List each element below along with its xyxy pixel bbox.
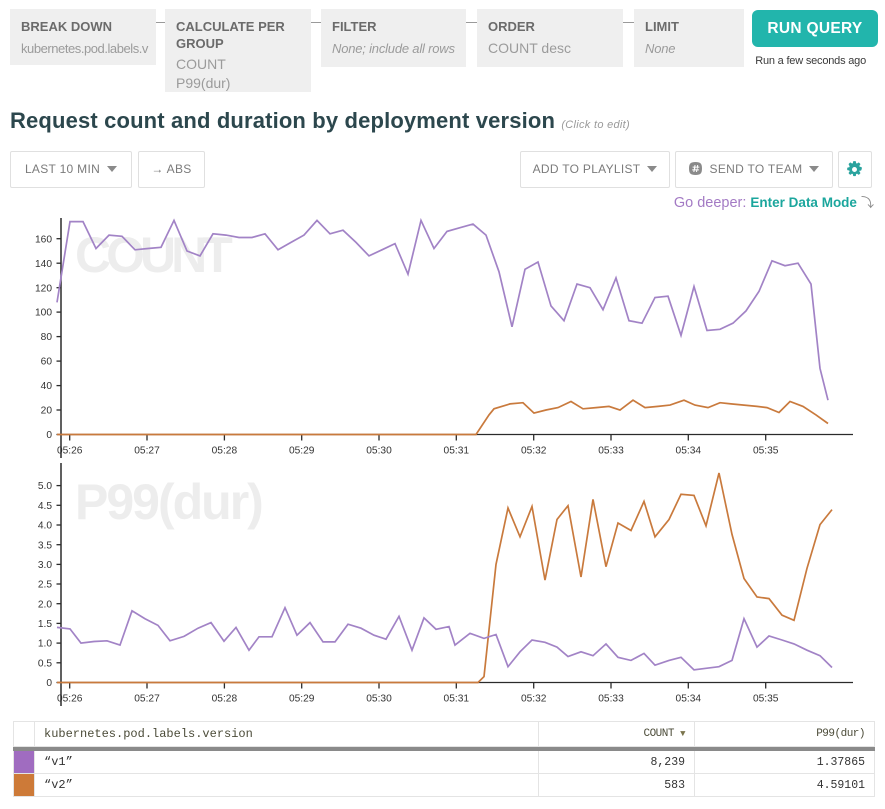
svg-text:05:31: 05:31 [444, 694, 470, 705]
svg-text:05:34: 05:34 [676, 694, 702, 705]
svg-text:0.5: 0.5 [38, 658, 52, 669]
svg-text:05:34: 05:34 [676, 446, 702, 457]
svg-text:COUNT: COUNT [75, 227, 232, 283]
svg-text:20: 20 [41, 406, 53, 417]
svg-text:60: 60 [41, 357, 53, 368]
svg-text:05:30: 05:30 [366, 694, 392, 705]
svg-text:05:35: 05:35 [753, 694, 779, 705]
svg-text:05:31: 05:31 [444, 446, 470, 457]
svg-text:05:33: 05:33 [598, 694, 624, 705]
svg-text:05:32: 05:32 [521, 694, 547, 705]
svg-text:05:32: 05:32 [521, 446, 547, 457]
svg-text:100: 100 [35, 308, 52, 319]
svg-text:4.0: 4.0 [38, 521, 52, 532]
svg-text:3.0: 3.0 [38, 560, 52, 571]
svg-text:2.0: 2.0 [38, 599, 52, 610]
svg-text:140: 140 [35, 259, 52, 270]
svg-text:4.5: 4.5 [38, 501, 52, 512]
svg-text:40: 40 [41, 381, 53, 392]
svg-text:1.5: 1.5 [38, 619, 52, 630]
svg-text:5.0: 5.0 [38, 481, 52, 492]
svg-text:1.0: 1.0 [38, 639, 52, 650]
svg-text:P99(dur): P99(dur) [75, 474, 262, 530]
svg-text:160: 160 [35, 234, 52, 245]
svg-text:05:27: 05:27 [134, 694, 160, 705]
svg-text:05:27: 05:27 [134, 446, 160, 457]
svg-text:80: 80 [41, 332, 53, 343]
svg-text:2.5: 2.5 [38, 580, 52, 591]
svg-text:05:33: 05:33 [598, 446, 624, 457]
svg-text:05:29: 05:29 [289, 694, 315, 705]
svg-text:05:35: 05:35 [753, 446, 779, 457]
svg-text:05:30: 05:30 [366, 446, 392, 457]
svg-text:120: 120 [35, 283, 52, 294]
svg-text:05:28: 05:28 [212, 446, 238, 457]
svg-text:0: 0 [46, 678, 52, 689]
svg-text:05:28: 05:28 [212, 694, 238, 705]
svg-text:3.5: 3.5 [38, 540, 52, 551]
svg-text:05:29: 05:29 [289, 446, 315, 457]
svg-text:0: 0 [46, 430, 52, 441]
